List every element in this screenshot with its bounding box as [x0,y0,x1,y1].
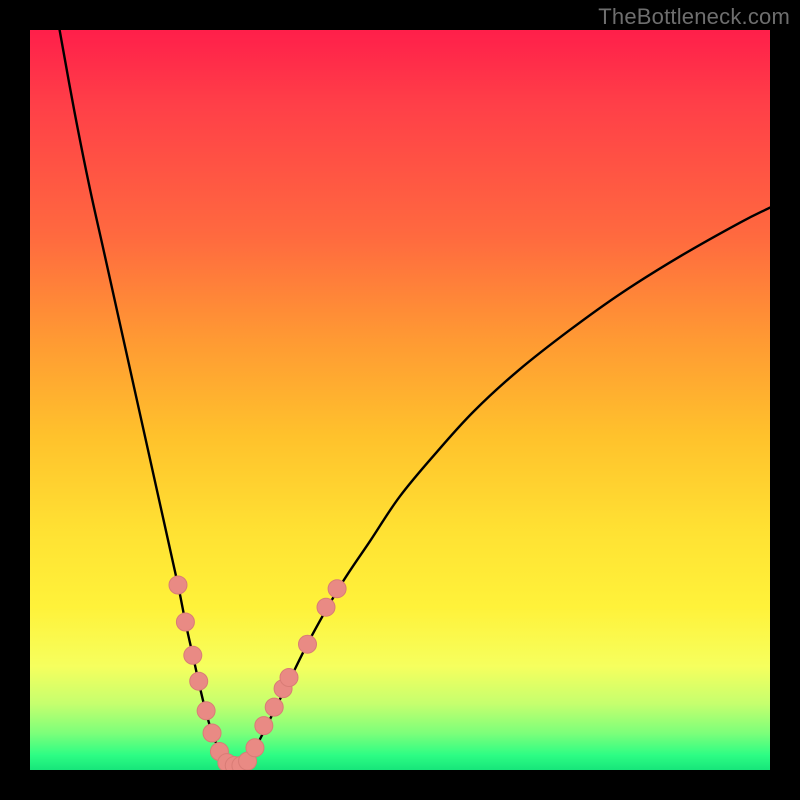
data-marker [317,598,335,616]
data-marker [190,672,208,690]
data-marker [184,646,202,664]
curve-left-branch [60,30,230,764]
chart-svg [30,30,770,770]
data-marker [255,717,273,735]
curve-layer [60,30,770,766]
data-marker [169,576,187,594]
marker-layer [169,576,346,770]
data-marker [328,580,346,598]
data-marker [299,635,317,653]
data-marker [176,613,194,631]
data-marker [265,698,283,716]
plot-area [30,30,770,770]
data-marker [197,702,215,720]
watermark-text: TheBottleneck.com [598,4,790,30]
curve-right-branch [245,208,770,764]
data-marker [203,724,221,742]
data-marker [246,739,264,757]
data-marker [280,669,298,687]
chart-frame: TheBottleneck.com [0,0,800,800]
